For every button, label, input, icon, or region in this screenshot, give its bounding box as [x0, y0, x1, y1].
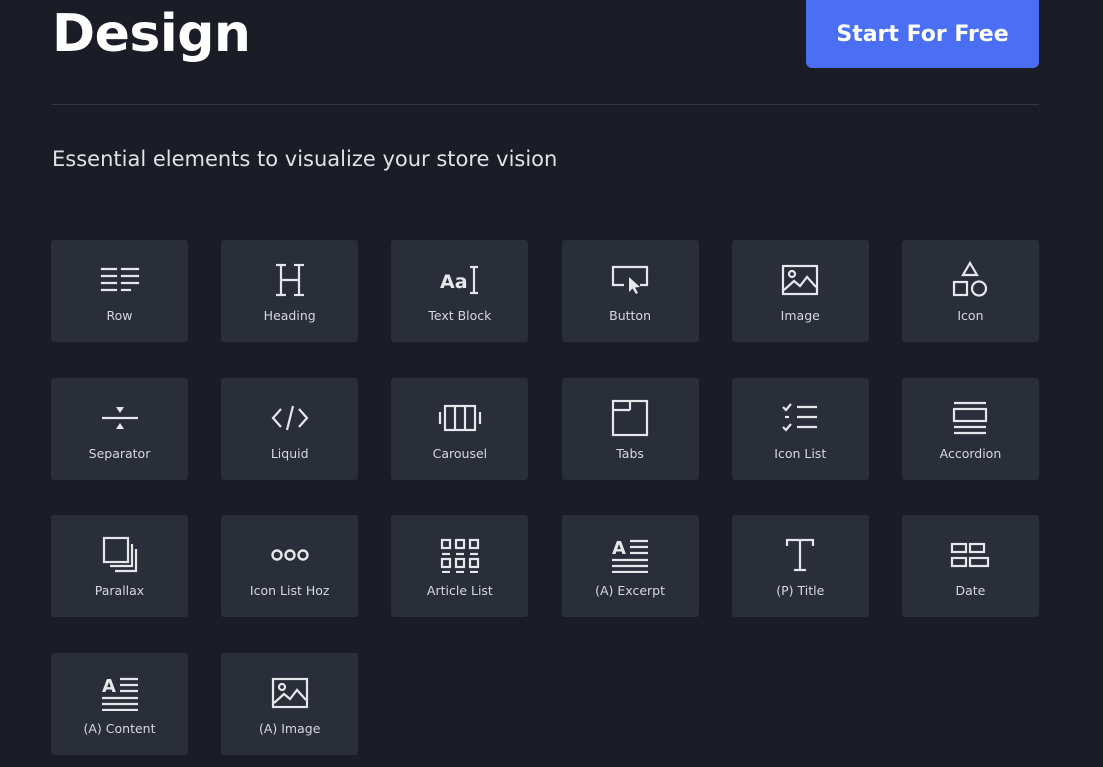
element-tile-excerpt[interactable]: A (A) Excerpt: [561, 515, 699, 617]
element-tile-text-block[interactable]: Aa Text Block: [391, 240, 529, 342]
element-label: (A) Excerpt: [595, 583, 666, 598]
element-tile-content[interactable]: A (A) Content: [51, 652, 188, 755]
checklist-icon: [778, 398, 822, 438]
element-label: Article List: [426, 583, 493, 598]
element-label: (P) Title: [776, 583, 825, 598]
element-tile-icon[interactable]: Icon: [901, 240, 1039, 342]
image-icon: [778, 260, 822, 300]
element-tile-icon-list[interactable]: Icon List: [731, 377, 869, 480]
date-icon: [948, 535, 992, 575]
svg-text:Aa: Aa: [440, 271, 468, 293]
content-icon: A: [98, 673, 142, 713]
title-icon: [778, 535, 822, 575]
element-label: Row: [106, 308, 133, 323]
page-title: Design: [52, 4, 251, 64]
element-label: Image: [780, 308, 820, 323]
element-label: Separator: [88, 445, 151, 461]
element-label: Date: [955, 583, 986, 598]
element-tile-image[interactable]: Image: [731, 240, 869, 342]
element-label: (A) Content: [83, 720, 156, 736]
element-grid: Row Heading Aa Text Block Button Image I…: [51, 240, 1039, 755]
text-block-icon: Aa: [438, 260, 482, 300]
element-label: Parallax: [94, 583, 145, 598]
accordion-icon: [948, 398, 992, 438]
element-tile-date[interactable]: Date: [901, 515, 1039, 617]
element-label: Text Block: [428, 308, 492, 323]
row-icon: [98, 260, 142, 300]
element-tile-accordion[interactable]: Accordion: [901, 377, 1039, 480]
element-label: Carousel: [432, 445, 488, 461]
element-label: (A) Image: [258, 720, 321, 736]
element-label: Icon List Hoz: [249, 583, 330, 598]
element-tile-row[interactable]: Row: [51, 240, 188, 342]
element-label: Accordion: [939, 445, 1002, 461]
element-label: Liquid: [270, 445, 309, 461]
element-tile-tabs[interactable]: Tabs: [561, 377, 699, 480]
element-tile-title[interactable]: (P) Title: [731, 515, 869, 617]
element-tile-heading[interactable]: Heading: [221, 240, 359, 342]
element-tile-article-list[interactable]: Article List: [391, 515, 529, 617]
tabs-icon: [608, 398, 652, 438]
heading-icon: [268, 260, 312, 300]
svg-text:A: A: [612, 538, 626, 559]
start-for-free-button[interactable]: Start For Free: [806, 0, 1039, 68]
element-tile-carousel[interactable]: Carousel: [391, 377, 529, 480]
element-label: Button: [609, 308, 651, 323]
article-image-icon: [268, 673, 312, 713]
page-subtitle: Essential elements to visualize your sto…: [52, 147, 558, 171]
horizontal-dots-icon: [268, 535, 312, 575]
shapes-icon: [948, 260, 992, 300]
article-grid-icon: [438, 535, 482, 575]
element-label: Icon List: [774, 445, 827, 461]
code-icon: [268, 398, 312, 438]
excerpt-icon: A: [608, 535, 652, 575]
element-tile-icon-list-hoz[interactable]: Icon List Hoz: [221, 515, 359, 617]
element-tile-separator[interactable]: Separator: [51, 377, 188, 480]
element-label: Icon: [957, 308, 984, 323]
separator-icon: [98, 398, 142, 438]
element-tile-liquid[interactable]: Liquid: [221, 377, 359, 480]
svg-text:A: A: [102, 676, 116, 697]
element-tile-article-image[interactable]: (A) Image: [221, 652, 359, 755]
parallax-icon: [98, 535, 142, 575]
element-label: Heading: [263, 308, 316, 323]
element-label: Tabs: [616, 445, 644, 461]
element-tile-parallax[interactable]: Parallax: [51, 515, 188, 617]
divider: [52, 104, 1039, 105]
carousel-icon: [438, 398, 482, 438]
button-icon: [608, 260, 652, 300]
element-tile-button[interactable]: Button: [561, 240, 699, 342]
